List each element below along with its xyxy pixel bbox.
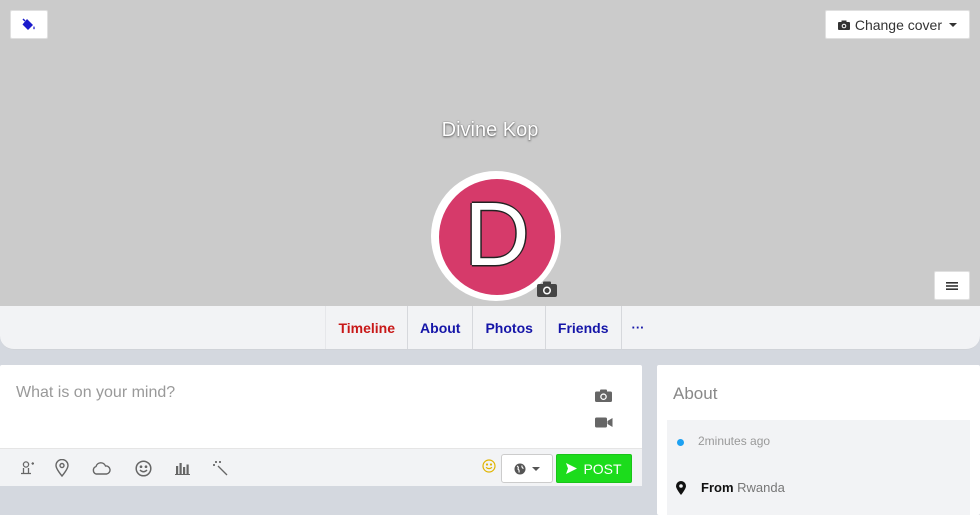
cover-menu-button[interactable] xyxy=(934,271,970,300)
avatar[interactable]: D xyxy=(431,171,561,301)
avatar-circle: D xyxy=(439,179,555,295)
map-marker-icon xyxy=(676,481,686,495)
audience-select[interactable] xyxy=(501,454,553,483)
change-cover-button[interactable]: Change cover xyxy=(824,10,970,39)
cloud-icon[interactable] xyxy=(90,458,112,478)
location-pin-icon[interactable] xyxy=(52,458,72,478)
emoji-icon[interactable] xyxy=(482,459,496,473)
about-from-label: From xyxy=(701,480,734,495)
avatar-camera-icon[interactable] xyxy=(537,281,557,297)
camera-icon[interactable] xyxy=(595,389,612,402)
about-last-active: 2minutes ago xyxy=(698,434,771,448)
send-icon xyxy=(566,463,578,474)
profile-name: Divine Kop xyxy=(441,119,539,141)
composer-toolbar: POST xyxy=(0,448,642,486)
paint-bucket-icon xyxy=(22,17,35,30)
chevron-down-icon xyxy=(532,466,540,471)
globe-icon xyxy=(514,463,526,474)
magic-wand-icon[interactable] xyxy=(210,458,230,478)
post-input[interactable]: What is on your mind? xyxy=(16,384,175,402)
profile-nav: Timeline About Photos Friends ··· xyxy=(0,306,980,350)
change-cover-label: Change cover xyxy=(854,16,942,33)
about-card: About 2minutes ago From Rwanda xyxy=(657,365,980,515)
post-button[interactable]: POST xyxy=(556,454,632,483)
video-icon[interactable] xyxy=(595,417,613,428)
bar-chart-icon[interactable] xyxy=(172,458,192,478)
avatar-letter: D xyxy=(464,185,530,285)
cover-photo: Change cover Divine Kop D xyxy=(0,0,980,306)
hamburger-icon xyxy=(946,281,958,290)
tab-photos[interactable]: Photos xyxy=(473,306,546,349)
online-status-icon xyxy=(677,439,684,446)
post-composer: What is on your mind? POST xyxy=(0,365,642,486)
tab-friends[interactable]: Friends xyxy=(546,306,622,349)
tab-more[interactable]: ··· xyxy=(622,306,655,349)
user-tag-icon[interactable] xyxy=(17,458,37,478)
chevron-down-icon xyxy=(949,22,957,27)
post-label: POST xyxy=(583,460,622,477)
cover-theme-button[interactable] xyxy=(10,10,48,39)
about-title: About xyxy=(673,384,718,403)
about-list: 2minutes ago From Rwanda xyxy=(667,420,970,515)
smiley-icon[interactable] xyxy=(133,458,153,478)
about-from: From Rwanda xyxy=(701,480,785,495)
tab-about[interactable]: About xyxy=(408,306,474,349)
tab-timeline[interactable]: Timeline xyxy=(325,306,409,349)
about-from-value: Rwanda xyxy=(737,480,785,495)
camera-icon xyxy=(837,20,850,30)
